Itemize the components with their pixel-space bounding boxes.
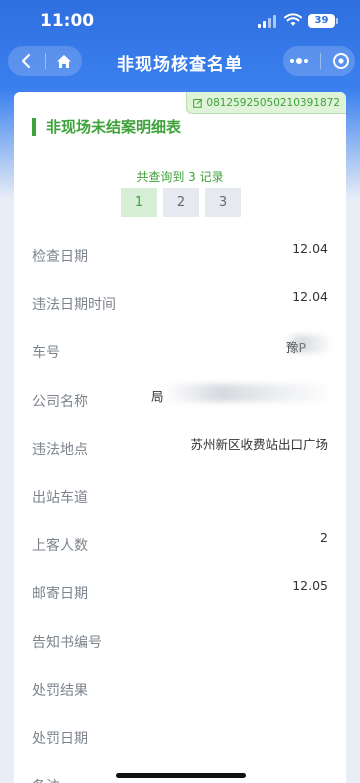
field-label: 违法地点 [32,441,88,458]
field-label: 处罚日期 [32,730,88,747]
field-penalty-date: 处罚日期 [14,711,346,759]
field-label: 出站车道 [32,489,88,506]
field-company-name: 公司名称 局 [14,374,346,422]
battery-indicator: 39 [308,14,338,28]
field-label: 车号 [32,345,60,362]
field-label: 上客人数 [32,538,88,555]
field-label: 处罚结果 [32,682,88,699]
status-time: 11:00 [40,11,95,31]
field-label: 告知书编号 [32,634,102,651]
cellular-signal-icon [258,15,278,28]
field-inspection-date: 检查日期 12.04 [14,229,346,277]
section-title: 非现场未结案明细表 [32,118,181,136]
field-label: 违法日期时间 [32,297,116,314]
field-violation-datetime: 违法日期时间 12.04 [14,277,346,325]
edit-icon [193,98,203,108]
field-remarks: 备注 [14,759,346,783]
page-button-1[interactable]: 1 [121,188,157,217]
wifi-icon [284,13,302,26]
close-miniprogram-icon[interactable] [332,52,350,70]
detail-fields: 检查日期 12.04 违法日期时间 12.04 车号 豫P 公司名称 局 违法地… [14,229,346,783]
field-label: 邮寄日期 [32,586,88,603]
field-label: 公司名称 [32,393,88,410]
field-mailing-date: 邮寄日期 12.05 [14,566,346,614]
field-passenger-count: 上客人数 2 [14,518,346,566]
record-count: 共查询到 3 记录 [136,170,224,184]
field-label: 备注 [32,776,60,783]
home-indicator [116,773,246,778]
field-violation-location: 违法地点 苏州新区收费站出口广场 [14,422,346,470]
redaction-blur [284,335,334,354]
field-notice-number: 告知书编号 [14,615,346,663]
redaction-blur [164,383,334,402]
page-button-2[interactable]: 2 [163,188,199,217]
mini-program-capsule [283,46,355,76]
more-icon[interactable] [289,57,309,65]
field-penalty-result: 处罚结果 [14,663,346,711]
field-label: 检查日期 [32,249,88,265]
field-value: 局 [151,388,164,404]
detail-card: 08125925050210391872 非现场未结案明细表 共查询到 3 记录… [14,92,346,783]
field-vehicle-number: 车号 豫P [14,325,346,373]
case-number: 08125925050210391872 [206,96,340,109]
field-exit-lane: 出站车道 [14,470,346,518]
status-bar: 11:00 39 [0,0,360,44]
field-value: 苏州新区收费站出口广场 [190,436,328,452]
page-button-3[interactable]: 3 [205,188,241,217]
field-value: 12.04 [292,241,328,256]
field-value: 2 [320,530,328,546]
case-number-tag: 08125925050210391872 [186,92,346,114]
field-value: 12.05 [292,578,328,594]
pagination: 1 2 3 [121,188,241,217]
field-value: 12.04 [292,289,328,305]
navigation-bar: 非现场核查名单 [0,44,360,78]
